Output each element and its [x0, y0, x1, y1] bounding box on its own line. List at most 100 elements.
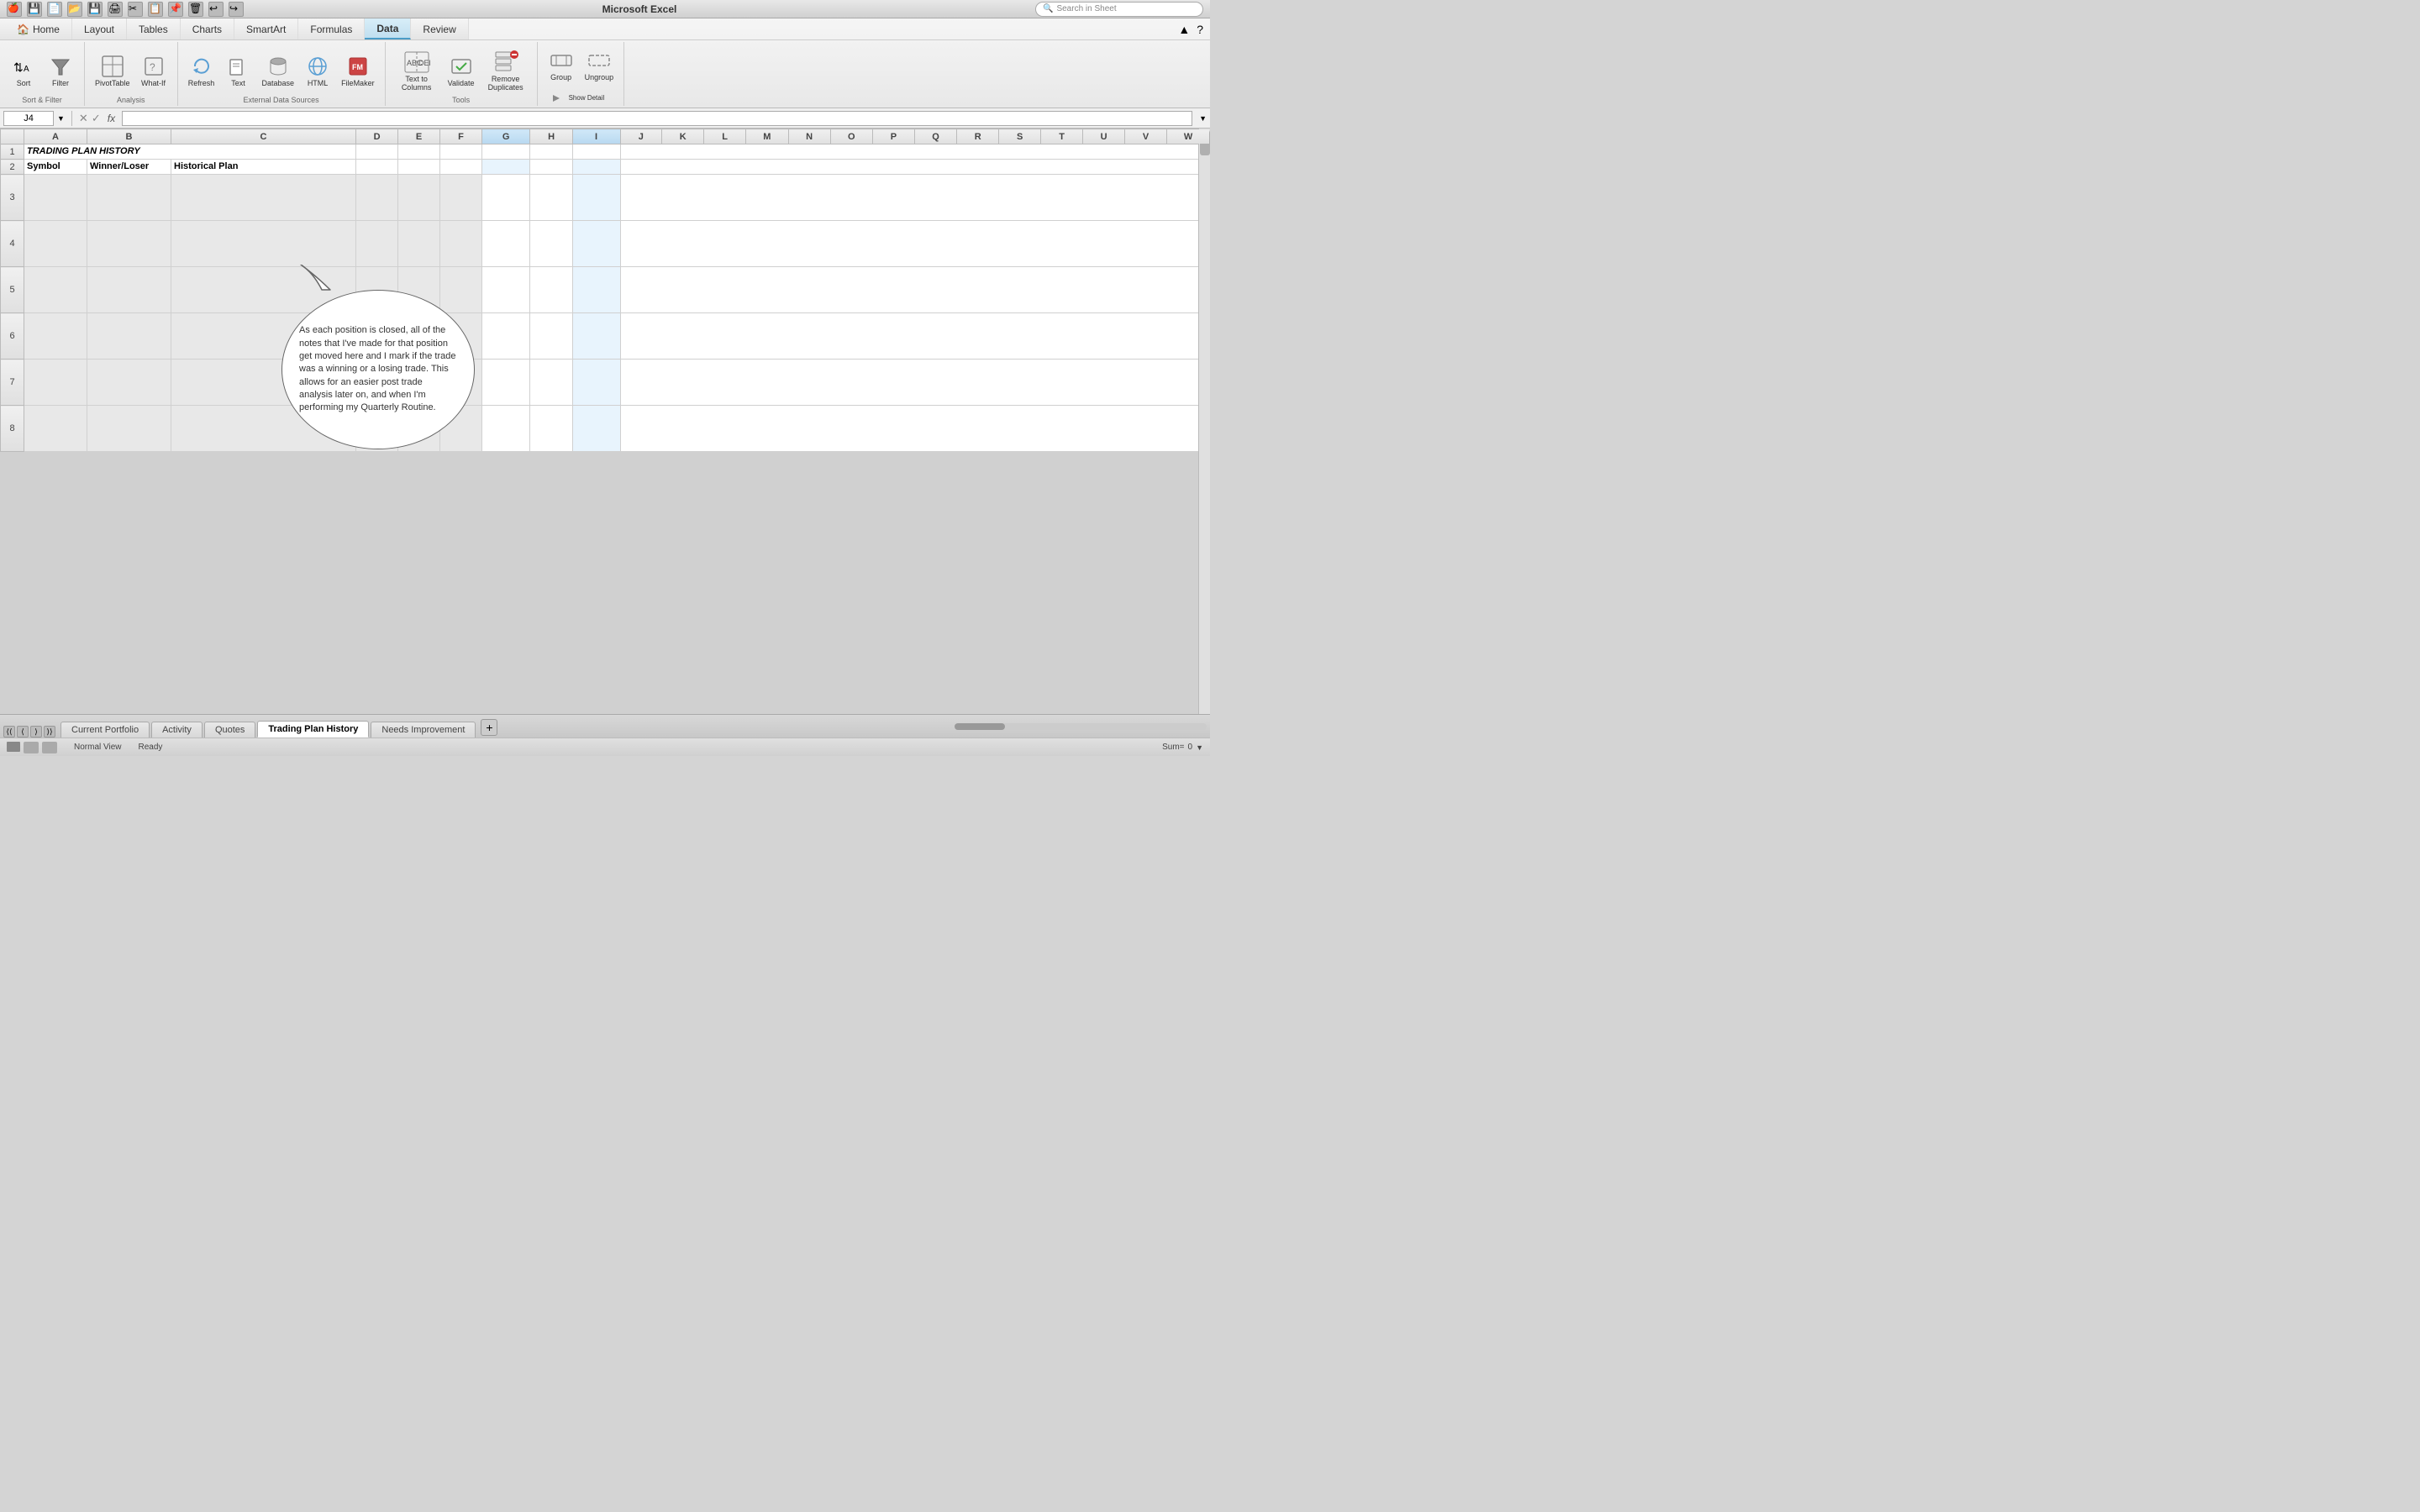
tab-formulas[interactable]: Formulas — [298, 18, 365, 39]
apple-menu-icon[interactable]: 🍎 — [7, 2, 22, 17]
cell-i8[interactable] — [572, 406, 620, 452]
col-header-n[interactable]: N — [788, 129, 830, 144]
cell-h7[interactable] — [530, 360, 572, 406]
cell-g3[interactable] — [481, 175, 530, 221]
row-header-7[interactable]: 7 — [1, 360, 24, 406]
col-header-o[interactable]: O — [830, 129, 872, 144]
cell-e5[interactable] — [398, 267, 440, 313]
col-header-s[interactable]: S — [999, 129, 1041, 144]
cell-j8-rest[interactable] — [620, 406, 1209, 452]
sheet-nav-first[interactable]: ⟨⟨ — [3, 726, 15, 738]
sheet-nav-last[interactable]: ⟩⟩ — [44, 726, 55, 738]
cell-b4[interactable] — [87, 221, 171, 267]
cell-d8[interactable] — [356, 406, 398, 452]
cell-c6[interactable] — [171, 313, 356, 360]
tab-data[interactable]: Data — [365, 18, 411, 39]
row-header-2[interactable]: 2 — [1, 160, 24, 175]
cell-i7[interactable] — [572, 360, 620, 406]
cell-a6[interactable] — [24, 313, 87, 360]
scrollbar-thumb-h[interactable] — [955, 723, 1005, 730]
new-icon[interactable]: 📄 — [47, 2, 62, 17]
tab-smartart[interactable]: SmartArt — [234, 18, 298, 39]
cell-i4[interactable] — [572, 221, 620, 267]
cell-h1[interactable] — [530, 144, 572, 160]
show-detail-button[interactable]: Show Detail — [544, 87, 618, 109]
col-header-p[interactable]: P — [872, 129, 914, 144]
cell-a2[interactable]: Symbol — [24, 160, 87, 175]
add-sheet-button[interactable]: + — [481, 719, 497, 736]
cell-g5[interactable] — [481, 267, 530, 313]
cell-d7[interactable] — [356, 360, 398, 406]
group-button[interactable]: Group — [544, 45, 578, 84]
col-header-f[interactable]: F — [440, 129, 482, 144]
sheet-nav-prev[interactable]: ⟨ — [17, 726, 29, 738]
row-header-1[interactable]: 1 — [1, 144, 24, 160]
col-header-m[interactable]: M — [746, 129, 788, 144]
cell-a7[interactable] — [24, 360, 87, 406]
cell-i5[interactable] — [572, 267, 620, 313]
col-header-l[interactable]: L — [704, 129, 746, 144]
col-header-q[interactable]: Q — [914, 129, 956, 144]
col-header-d[interactable]: D — [356, 129, 398, 144]
cell-b5[interactable] — [87, 267, 171, 313]
cell-g7[interactable] — [481, 360, 530, 406]
cell-g4[interactable] — [481, 221, 530, 267]
pivottable-button[interactable]: PivotTable — [92, 51, 134, 90]
page-break-view-icon[interactable] — [42, 742, 57, 753]
cell-f2[interactable] — [440, 160, 482, 175]
cell-b8[interactable] — [87, 406, 171, 452]
cell-c7[interactable] — [171, 360, 356, 406]
cell-f4[interactable] — [440, 221, 482, 267]
search-box[interactable]: 🔍 Search in Sheet — [1035, 2, 1203, 17]
save2-icon[interactable]: 💾 — [87, 2, 103, 17]
cell-f3[interactable] — [440, 175, 482, 221]
col-header-b[interactable]: B — [87, 129, 171, 144]
cell-j4-rest[interactable] — [620, 221, 1209, 267]
database-button[interactable]: Database — [259, 51, 298, 90]
cell-b2[interactable]: Winner/Loser — [87, 160, 171, 175]
tab-current-portfolio[interactable]: Current Portfolio — [60, 722, 150, 738]
cell-h5[interactable] — [530, 267, 572, 313]
col-header-h[interactable]: H — [530, 129, 572, 144]
expand-formula-icon[interactable]: ▼ — [1199, 114, 1207, 123]
open-icon[interactable]: 📂 — [67, 2, 82, 17]
col-header-e[interactable]: E — [398, 129, 440, 144]
cut-icon[interactable]: ✂ — [128, 2, 143, 17]
cell-e7[interactable] — [398, 360, 440, 406]
cell-j2-rest[interactable] — [620, 160, 1209, 175]
text-button[interactable]: Text — [222, 51, 255, 90]
undo-icon[interactable]: ↩ — [208, 2, 224, 17]
cell-a3[interactable] — [24, 175, 87, 221]
cancel-formula-icon[interactable]: ✕ — [79, 112, 88, 125]
cell-j6-rest[interactable] — [620, 313, 1209, 360]
col-header-r[interactable]: R — [957, 129, 999, 144]
row-header-6[interactable]: 6 — [1, 313, 24, 360]
cell-d4[interactable] — [356, 221, 398, 267]
row-header-4[interactable]: 4 — [1, 221, 24, 267]
copy-icon[interactable]: 📋 — [148, 2, 163, 17]
cell-g6[interactable] — [481, 313, 530, 360]
col-header-t[interactable]: T — [1041, 129, 1083, 144]
confirm-formula-icon[interactable]: ✓ — [92, 112, 101, 125]
col-header-w[interactable]: W — [1167, 129, 1210, 144]
cell-b7[interactable] — [87, 360, 171, 406]
cell-b3[interactable] — [87, 175, 171, 221]
row-header-3[interactable]: 3 — [1, 175, 24, 221]
cell-d1[interactable] — [356, 144, 398, 160]
cell-e8[interactable] — [398, 406, 440, 452]
cell-c8[interactable] — [171, 406, 356, 452]
col-header-u[interactable]: U — [1082, 129, 1124, 144]
cell-b6[interactable] — [87, 313, 171, 360]
cell-a4[interactable] — [24, 221, 87, 267]
tab-trading-plan-history[interactable]: Trading Plan History — [257, 721, 369, 738]
paste-icon[interactable]: 📌 — [168, 2, 183, 17]
cell-f6[interactable] — [440, 313, 482, 360]
clear-icon[interactable]: 🗑 — [188, 2, 203, 17]
cell-e1[interactable] — [398, 144, 440, 160]
cell-j1-rest[interactable] — [620, 144, 1209, 160]
cell-j5-rest[interactable] — [620, 267, 1209, 313]
sheet-nav-next[interactable]: ⟩ — [30, 726, 42, 738]
cell-a5[interactable] — [24, 267, 87, 313]
page-layout-view-icon[interactable] — [24, 742, 39, 753]
cell-d2[interactable] — [356, 160, 398, 175]
